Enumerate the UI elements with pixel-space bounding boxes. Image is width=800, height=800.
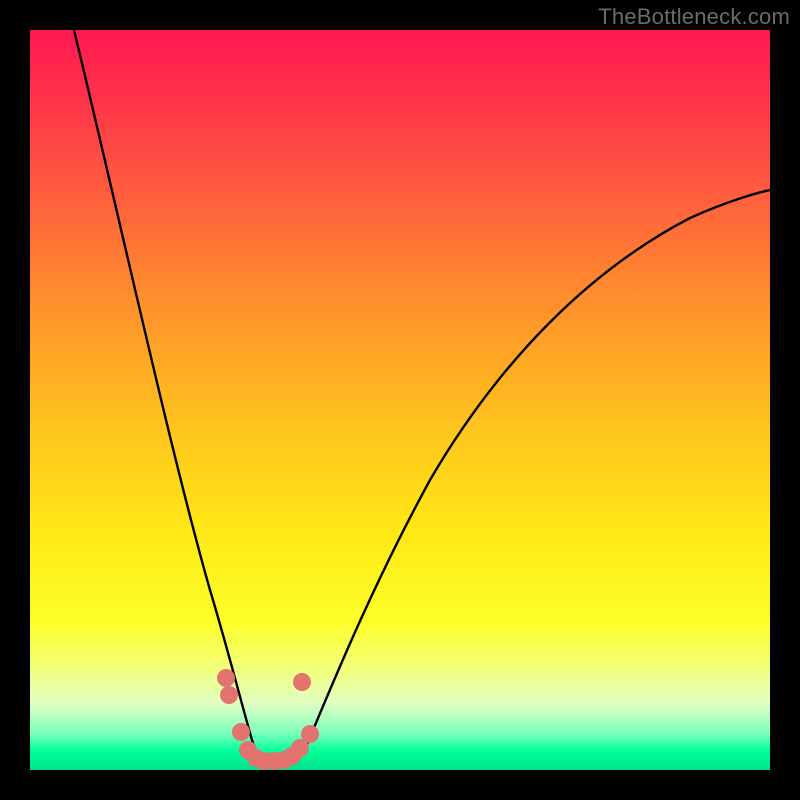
bottleneck-curve	[30, 30, 770, 770]
plot-area	[30, 30, 770, 770]
chart-frame: TheBottleneck.com	[0, 0, 800, 800]
data-marker	[301, 725, 319, 743]
curve-path	[74, 30, 770, 762]
data-marker	[217, 669, 235, 687]
data-marker	[220, 686, 238, 704]
data-marker	[293, 673, 311, 691]
data-marker	[232, 723, 250, 741]
watermark-text: TheBottleneck.com	[598, 4, 790, 30]
marker-group	[217, 669, 319, 770]
